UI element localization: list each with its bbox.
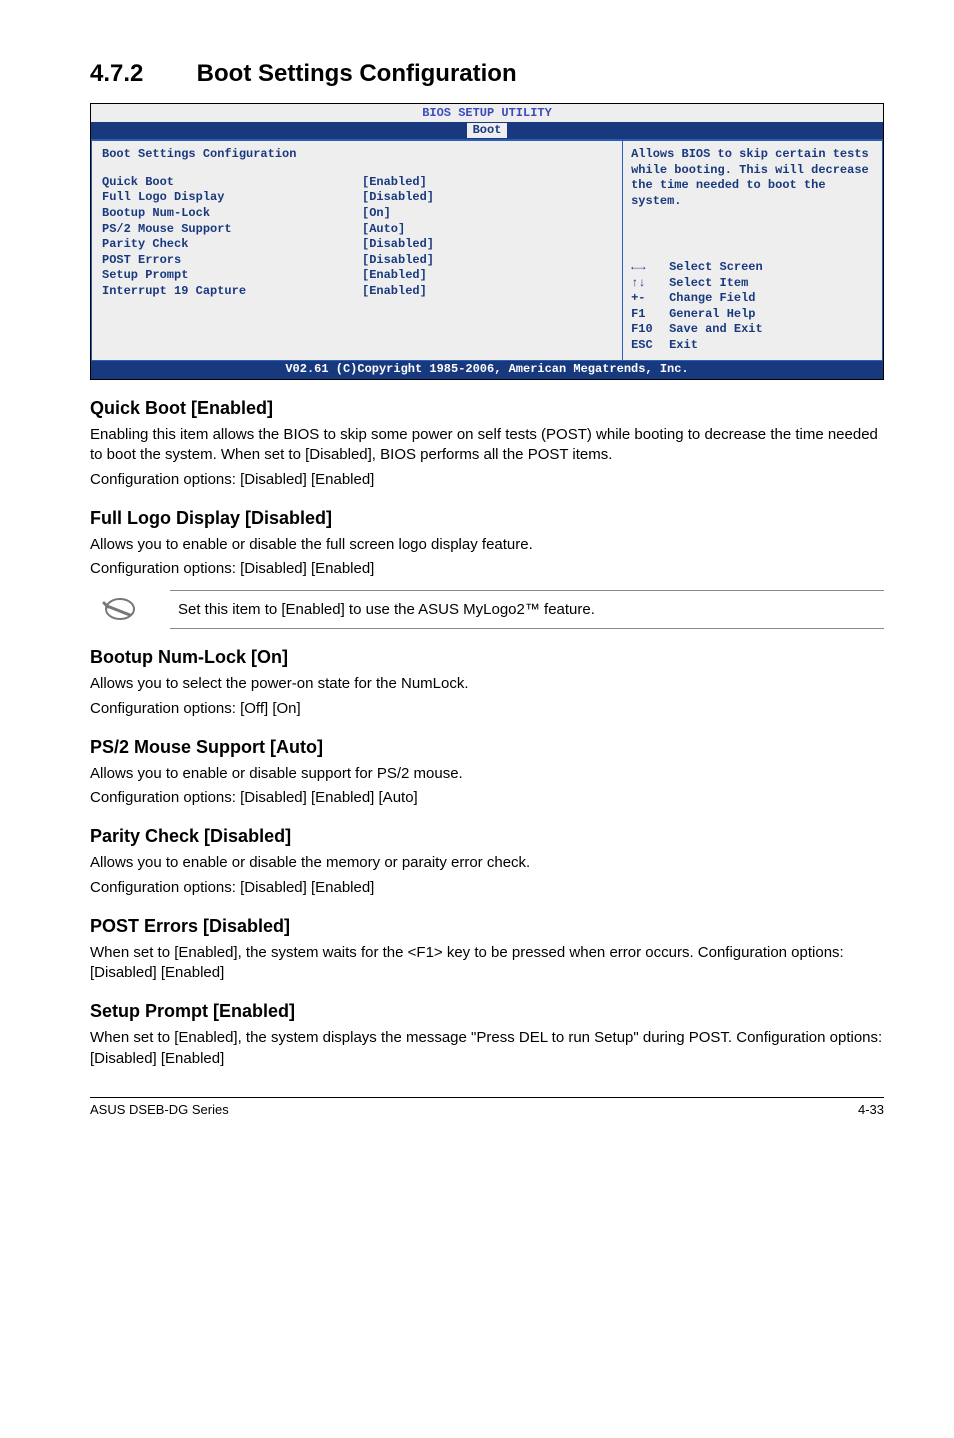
body-text: Configuration options: [Disabled] [Enabl… <box>90 788 884 808</box>
bios-nav-text: Save and Exit <box>669 322 763 338</box>
bios-nav-key: ESC <box>631 338 669 354</box>
bios-nav-text: Select Item <box>669 276 748 292</box>
body-text: Configuration options: [Disabled] [Enabl… <box>90 470 884 490</box>
bios-row-value: [Disabled] <box>362 253 434 269</box>
bios-nav-key: F1 <box>631 307 669 323</box>
subsection-title: Bootup Num-Lock [On] <box>90 647 884 668</box>
section-number: 4.7.2 <box>90 60 190 88</box>
bios-row: Parity Check[Disabled] <box>102 237 612 253</box>
bios-nav-text: General Help <box>669 307 755 323</box>
body-text: When set to [Enabled], the system displa… <box>90 1028 884 1069</box>
subsection-title: POST Errors [Disabled] <box>90 916 884 937</box>
note-text: Set this item to [Enabled] to use the AS… <box>170 590 884 629</box>
bios-row-value: [Enabled] <box>362 175 427 191</box>
subsection-title: Full Logo Display [Disabled] <box>90 508 884 529</box>
bios-right-pane: Allows BIOS to skip certain tests while … <box>622 140 883 360</box>
bios-left-title: Boot Settings Configuration <box>102 147 612 163</box>
bios-row: PS/2 Mouse Support[Auto] <box>102 222 612 238</box>
bios-nav-key: ↑↓ <box>631 276 669 292</box>
bios-row-value: [Auto] <box>362 222 405 238</box>
bios-row-label: Setup Prompt <box>102 268 362 284</box>
bios-row-label: Full Logo Display <box>102 190 362 206</box>
bios-row: Setup Prompt[Enabled] <box>102 268 612 284</box>
bios-row-value: [Disabled] <box>362 190 434 206</box>
body-text: Enabling this item allows the BIOS to sk… <box>90 425 884 466</box>
bios-left-pane: Boot Settings Configuration Quick Boot[E… <box>91 140 622 360</box>
subsection-title: Parity Check [Disabled] <box>90 826 884 847</box>
bios-row-label: POST Errors <box>102 253 362 269</box>
body-text: Allows you to enable or disable the memo… <box>90 853 884 873</box>
bios-row-label: PS/2 Mouse Support <box>102 222 362 238</box>
bios-help-text: Allows BIOS to skip certain tests while … <box>631 147 874 209</box>
bios-nav-text: Exit <box>669 338 698 354</box>
bios-row-label: Parity Check <box>102 237 362 253</box>
bios-nav-key: F10 <box>631 322 669 338</box>
bios-tab-bar: Boot <box>91 122 883 140</box>
body-text: When set to [Enabled], the system waits … <box>90 943 884 984</box>
body-text: Configuration options: [Off] [On] <box>90 699 884 719</box>
bios-tab-boot: Boot <box>467 123 508 139</box>
bios-screenshot: BIOS SETUP UTILITY Boot Boot Settings Co… <box>90 103 884 380</box>
bios-nav-text: Select Screen <box>669 260 763 276</box>
bios-nav-text: Change Field <box>669 291 755 307</box>
bios-row-value: [On] <box>362 206 391 222</box>
body-text: Allows you to select the power-on state … <box>90 674 884 694</box>
bios-row-label: Quick Boot <box>102 175 362 191</box>
note-block: Set this item to [Enabled] to use the AS… <box>90 589 884 629</box>
bios-nav-key: +- <box>631 291 669 307</box>
bios-nav: ←→Select Screen ↑↓Select Item +-Change F… <box>631 260 874 354</box>
footer-left: ASUS DSEB-DG Series <box>90 1102 229 1117</box>
bios-row-label: Interrupt 19 Capture <box>102 284 362 300</box>
bios-row-value: [Enabled] <box>362 268 427 284</box>
body-text: Configuration options: [Disabled] [Enabl… <box>90 878 884 898</box>
bios-nav-key: ←→ <box>631 260 669 276</box>
section-title: Boot Settings Configuration <box>197 60 517 87</box>
page-footer: ASUS DSEB-DG Series 4-33 <box>90 1097 884 1117</box>
footer-right: 4-33 <box>858 1102 884 1117</box>
subsection-title: PS/2 Mouse Support [Auto] <box>90 737 884 758</box>
subsection-title: Setup Prompt [Enabled] <box>90 1001 884 1022</box>
bios-row: Bootup Num-Lock[On] <box>102 206 612 222</box>
bios-header: BIOS SETUP UTILITY <box>91 104 883 122</box>
bios-footer: V02.61 (C)Copyright 1985-2006, American … <box>91 361 883 380</box>
bios-row: Quick Boot[Enabled] <box>102 175 612 191</box>
bios-row: Interrupt 19 Capture[Enabled] <box>102 284 612 300</box>
bios-row-value: [Enabled] <box>362 284 427 300</box>
body-text: Allows you to enable or disable the full… <box>90 535 884 555</box>
section-heading: 4.7.2 Boot Settings Configuration <box>90 60 884 88</box>
bios-row: Full Logo Display[Disabled] <box>102 190 612 206</box>
body-text: Allows you to enable or disable support … <box>90 764 884 784</box>
bios-row-value: [Disabled] <box>362 237 434 253</box>
subsection-title: Quick Boot [Enabled] <box>90 398 884 419</box>
note-icon <box>90 589 150 629</box>
body-text: Configuration options: [Disabled] [Enabl… <box>90 559 884 579</box>
bios-row: POST Errors[Disabled] <box>102 253 612 269</box>
bios-row-label: Bootup Num-Lock <box>102 206 362 222</box>
